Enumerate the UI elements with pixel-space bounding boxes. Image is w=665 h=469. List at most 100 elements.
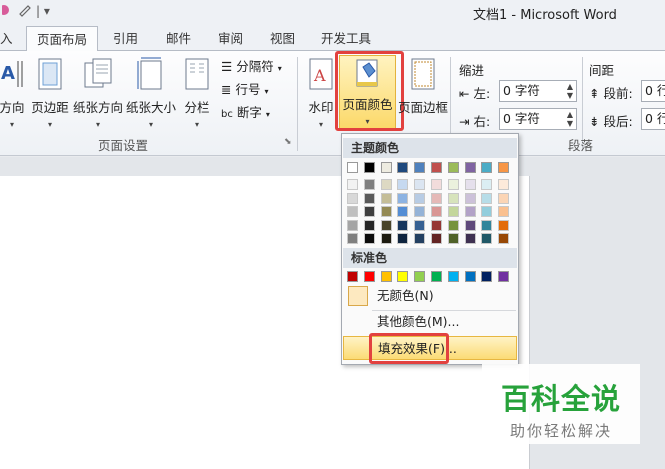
hyphenation-button[interactable]: bc 断字 ▾ bbox=[221, 102, 270, 121]
theme-shade-swatch[interactable] bbox=[464, 219, 476, 231]
dialog-launcher-icon[interactable]: ⬊ bbox=[284, 137, 292, 147]
theme-color-swatch[interactable] bbox=[380, 162, 392, 173]
line-numbers-button[interactable]: ≣ 行号 ▾ bbox=[221, 79, 268, 98]
color-circle-icon[interactable] bbox=[0, 4, 11, 19]
standard-color-swatch[interactable] bbox=[397, 271, 409, 282]
theme-shade-swatch[interactable] bbox=[464, 192, 476, 204]
theme-color-swatch[interactable] bbox=[447, 162, 459, 173]
spacing-before-input[interactable]: 0 行 bbox=[641, 80, 665, 102]
watermark-button[interactable]: A 水印 ▾ bbox=[306, 57, 336, 129]
theme-shade-swatch[interactable] bbox=[363, 179, 375, 190]
standard-color-swatch[interactable] bbox=[464, 271, 476, 282]
standard-color-swatch[interactable] bbox=[414, 271, 426, 282]
standard-color-swatch[interactable] bbox=[347, 271, 358, 282]
theme-shade-swatch[interactable] bbox=[380, 206, 392, 217]
theme-shade-swatch[interactable] bbox=[498, 206, 510, 217]
quick-access-customize[interactable]: | ▾ bbox=[36, 4, 50, 18]
tab-insert[interactable]: 入 bbox=[0, 26, 13, 51]
standard-color-swatch[interactable] bbox=[498, 271, 510, 282]
theme-shade-swatch[interactable] bbox=[363, 219, 375, 231]
theme-shade-swatch[interactable] bbox=[380, 219, 392, 231]
page-borders-button[interactable]: 页面边框 bbox=[398, 57, 448, 116]
theme-shade-swatch[interactable] bbox=[347, 206, 358, 217]
theme-shade-swatch[interactable] bbox=[431, 206, 442, 217]
standard-color-swatch[interactable] bbox=[431, 271, 442, 282]
tab-mailings[interactable]: 邮件 bbox=[166, 26, 191, 51]
theme-shade-swatch[interactable] bbox=[447, 192, 459, 204]
indent-right-input[interactable]: 0 字符 ▲ ▼ bbox=[499, 108, 577, 130]
theme-shade-swatch[interactable] bbox=[397, 233, 409, 244]
theme-shade-swatch[interactable] bbox=[347, 233, 358, 244]
theme-shade-swatch[interactable] bbox=[464, 206, 476, 217]
theme-color-swatch[interactable] bbox=[431, 162, 442, 173]
text-direction-button[interactable]: A 方向 ▾ bbox=[0, 57, 26, 129]
theme-shade-swatch[interactable] bbox=[464, 233, 476, 244]
theme-color-swatch[interactable] bbox=[481, 162, 493, 173]
theme-shade-swatch[interactable] bbox=[380, 192, 392, 204]
theme-shade-swatch[interactable] bbox=[447, 206, 459, 217]
theme-shade-swatch[interactable] bbox=[397, 219, 409, 231]
theme-shade-swatch[interactable] bbox=[498, 233, 510, 244]
theme-shade-swatch[interactable] bbox=[431, 219, 442, 231]
theme-shade-swatch[interactable] bbox=[498, 219, 510, 231]
theme-shade-swatch[interactable] bbox=[414, 233, 426, 244]
spacing-after-input[interactable]: 0 行 bbox=[641, 108, 665, 130]
theme-color-swatch[interactable] bbox=[498, 162, 510, 173]
no-color-item[interactable]: 无颜色(N) bbox=[343, 284, 517, 308]
theme-shade-swatch[interactable] bbox=[447, 219, 459, 231]
theme-shade-swatch[interactable] bbox=[363, 233, 375, 244]
undo-icon[interactable] bbox=[18, 4, 32, 21]
theme-color-swatch[interactable] bbox=[414, 162, 426, 173]
theme-shade-swatch[interactable] bbox=[481, 192, 493, 204]
theme-shade-swatch[interactable] bbox=[414, 192, 426, 204]
standard-color-swatch[interactable] bbox=[481, 271, 493, 282]
theme-shade-swatch[interactable] bbox=[498, 179, 510, 190]
orientation-button[interactable]: 纸张方向 ▾ bbox=[73, 57, 123, 129]
theme-shade-swatch[interactable] bbox=[380, 179, 392, 190]
theme-shade-swatch[interactable] bbox=[363, 192, 375, 204]
more-colors-item[interactable]: 其他颜色(M)... bbox=[343, 310, 517, 334]
theme-shade-swatch[interactable] bbox=[481, 206, 493, 217]
columns-button[interactable]: 分栏 ▾ bbox=[183, 57, 211, 129]
theme-shade-swatch[interactable] bbox=[397, 179, 409, 190]
standard-color-swatch[interactable] bbox=[447, 271, 459, 282]
tab-page-layout[interactable]: 页面布局 bbox=[26, 26, 98, 52]
theme-shade-swatch[interactable] bbox=[414, 206, 426, 217]
theme-shade-swatch[interactable] bbox=[431, 192, 442, 204]
theme-shade-swatch[interactable] bbox=[447, 233, 459, 244]
theme-shade-swatch[interactable] bbox=[347, 179, 358, 190]
breaks-button[interactable]: ☰ 分隔符 ▾ bbox=[221, 56, 282, 75]
theme-shade-swatch[interactable] bbox=[397, 206, 409, 217]
spinner-arrows-icon[interactable]: ▲ ▼ bbox=[567, 110, 573, 128]
standard-color-swatch[interactable] bbox=[363, 271, 375, 282]
margins-button[interactable]: 页边距 ▾ bbox=[30, 57, 70, 129]
theme-shade-swatch[interactable] bbox=[481, 179, 493, 190]
theme-shade-swatch[interactable] bbox=[397, 192, 409, 204]
theme-shade-swatch[interactable] bbox=[380, 233, 392, 244]
theme-shade-swatch[interactable] bbox=[414, 219, 426, 231]
theme-shade-swatch[interactable] bbox=[481, 219, 493, 231]
theme-color-swatch[interactable] bbox=[363, 162, 375, 173]
theme-shade-swatch[interactable] bbox=[447, 179, 459, 190]
theme-shade-swatch[interactable] bbox=[414, 179, 426, 190]
theme-shade-swatch[interactable] bbox=[481, 233, 493, 244]
tab-developer[interactable]: 开发工具 bbox=[321, 26, 371, 51]
spinner-arrows-icon[interactable]: ▲ ▼ bbox=[567, 82, 573, 100]
indent-left-input[interactable]: 0 字符 ▲ ▼ bbox=[499, 80, 577, 102]
title-bar: | ▾ 文档1 - Microsoft Word bbox=[0, 0, 665, 26]
theme-shade-swatch[interactable] bbox=[347, 219, 358, 231]
theme-color-swatch[interactable] bbox=[347, 162, 358, 173]
tab-references[interactable]: 引用 bbox=[113, 26, 138, 51]
tab-view[interactable]: 视图 bbox=[270, 26, 295, 51]
theme-shade-swatch[interactable] bbox=[431, 179, 442, 190]
size-button[interactable]: 纸张大小 ▾ bbox=[126, 57, 176, 129]
theme-color-swatch[interactable] bbox=[397, 162, 409, 173]
theme-shade-swatch[interactable] bbox=[464, 179, 476, 190]
theme-shade-swatch[interactable] bbox=[347, 192, 358, 204]
theme-color-swatch[interactable] bbox=[464, 162, 476, 173]
theme-shade-swatch[interactable] bbox=[363, 206, 375, 217]
theme-shade-swatch[interactable] bbox=[431, 233, 442, 244]
tab-review[interactable]: 审阅 bbox=[218, 26, 243, 51]
theme-shade-swatch[interactable] bbox=[498, 192, 510, 204]
standard-color-swatch[interactable] bbox=[380, 271, 392, 282]
